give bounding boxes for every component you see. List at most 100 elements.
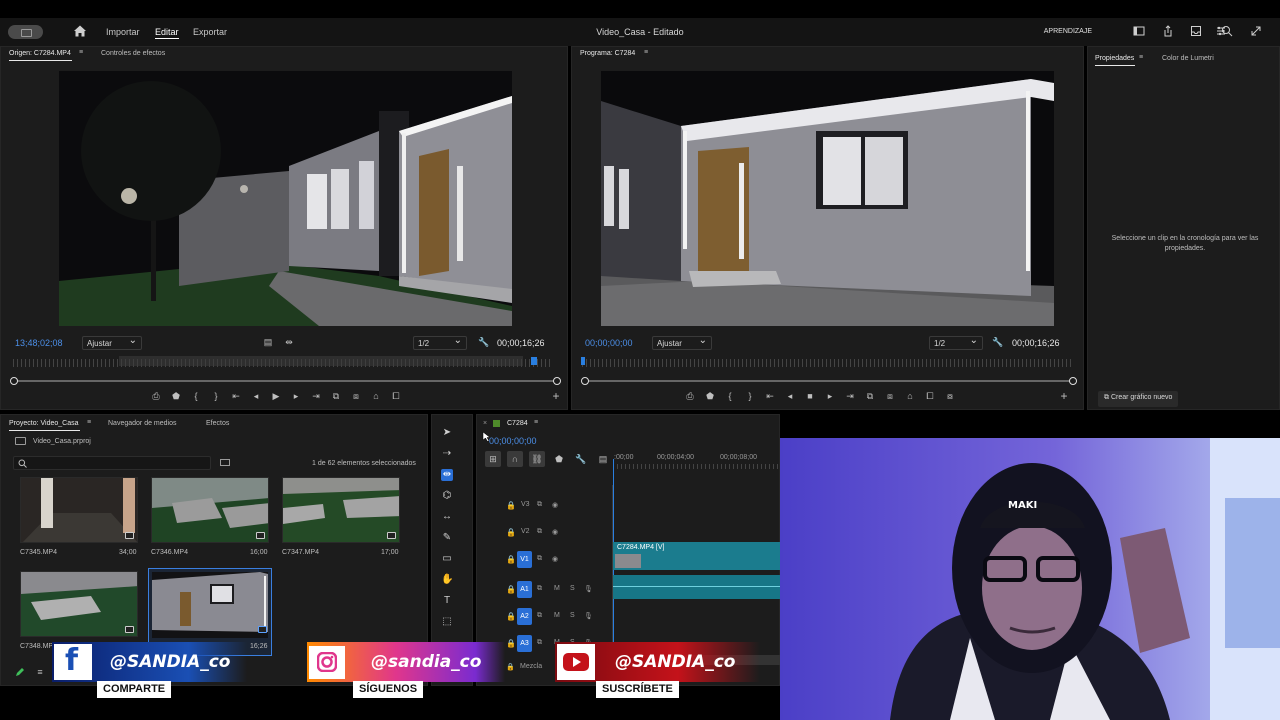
scroll-handle-right[interactable] (553, 377, 561, 385)
mark-in-icon[interactable]: { (725, 391, 735, 401)
tab-sequence[interactable]: C7284 (507, 420, 528, 427)
export-frame-icon[interactable]: ⎙ (151, 391, 161, 401)
rectangle-tool-icon[interactable]: ▭ (441, 553, 453, 565)
scroll-handle-left[interactable] (10, 377, 18, 385)
clip-thumbnail[interactable] (20, 571, 138, 637)
insert-nest-icon[interactable]: ⊞ (485, 451, 501, 467)
tab-effects[interactable]: Efectos (206, 420, 229, 427)
video-clip-v1[interactable]: C7284.MP4 [V] (613, 542, 781, 570)
camera-icon[interactable]: ⌂ (371, 391, 381, 401)
stop-icon[interactable]: ■ (805, 391, 815, 401)
tab-program[interactable]: Programa: C7284 (580, 50, 635, 57)
panel-menu-icon[interactable]: ≡ (79, 49, 83, 56)
eye-icon[interactable]: ◉ (552, 555, 558, 563)
hand-tool-icon[interactable]: ✋ (441, 574, 453, 586)
solo-button[interactable]: S (570, 612, 575, 619)
camera-icon[interactable]: ⌂ (905, 391, 915, 401)
source-playhead[interactable] (531, 357, 537, 365)
source-resolution-select[interactable]: 1/2 (413, 335, 467, 350)
source-fit-select[interactable]: Ajustar (82, 335, 142, 350)
solo-button[interactable]: S (570, 585, 575, 592)
type-tool-icon[interactable]: T (441, 595, 453, 607)
add-button-icon[interactable]: + (551, 390, 561, 402)
track-target-button[interactable]: V3 (521, 501, 530, 508)
extract-icon[interactable]: ⧈ (885, 391, 895, 401)
mark-out-icon[interactable]: } (211, 391, 221, 401)
add-marker-icon[interactable]: ⬟ (551, 451, 567, 467)
sync-lock-icon[interactable]: ⧉ (537, 555, 542, 563)
close-icon[interactable]: × (483, 420, 487, 427)
program-playhead[interactable] (581, 357, 585, 365)
mark-in-icon[interactable]: { (191, 391, 201, 401)
caption-icon[interactable]: ▤ (263, 337, 273, 347)
sync-lock-icon[interactable]: ⧉ (537, 585, 542, 593)
track-target-button[interactable]: V1 (517, 551, 532, 568)
scroll-handle-right[interactable] (1069, 377, 1077, 385)
program-time-ruler[interactable] (582, 359, 1072, 367)
step-back-icon[interactable]: ◂ (785, 391, 795, 401)
sync-lock-icon[interactable]: ⧉ (537, 612, 542, 620)
panel-layout-icon[interactable] (1133, 25, 1145, 37)
panel-menu-icon[interactable]: ≡ (534, 419, 538, 426)
lock-icon[interactable]: 🔒 (506, 528, 516, 537)
button-editor-icon[interactable]: ⧠ (391, 391, 401, 401)
sync-lock-icon[interactable]: ⧉ (537, 639, 542, 647)
list-view-icon[interactable]: ≡ (35, 667, 45, 677)
clip-thumbnail[interactable] (20, 477, 138, 543)
mute-button[interactable]: M (554, 612, 560, 619)
eye-icon[interactable]: ◉ (552, 528, 558, 536)
generative-extend-icon[interactable]: ⬚ (441, 616, 453, 628)
lock-icon[interactable]: 🔒 (506, 555, 516, 564)
mute-button[interactable]: M (554, 585, 560, 592)
insert-clip-icon[interactable]: ⧉ (331, 391, 341, 401)
goto-out-icon[interactable]: ⇥ (311, 391, 321, 401)
source-timecode[interactable]: 13;48;02;08 (15, 338, 63, 348)
new-graphic-button[interactable]: ⧉ Crear gráfico nuevo (1098, 391, 1179, 407)
snap-icon[interactable]: ∩ (507, 451, 523, 467)
tab-media-browser[interactable]: Navegador de medios (108, 420, 177, 427)
sync-lock-icon[interactable]: ⧉ (537, 501, 542, 509)
lock-icon[interactable]: 🔒 (506, 663, 515, 671)
overwrite-clip-icon[interactable]: ⧈ (351, 391, 361, 401)
pen-tool-icon[interactable]: ✎ (441, 532, 453, 544)
slip-tool-icon[interactable]: ↔ (441, 511, 453, 523)
program-timecode[interactable]: 00;00;00;00 (585, 338, 633, 348)
fullscreen-icon[interactable] (1250, 25, 1262, 37)
program-resolution-select[interactable]: 1/2 (929, 335, 983, 350)
marker-icon[interactable]: ⬟ (171, 391, 181, 401)
add-button-icon[interactable]: + (1059, 390, 1069, 402)
track-target-button[interactable]: A3 (517, 635, 532, 652)
panel-menu-icon[interactable]: ≡ (87, 419, 91, 426)
microphone-icon[interactable]: 🎙 (584, 612, 593, 620)
lock-icon[interactable]: 🔒 (506, 585, 516, 594)
new-bin-icon[interactable] (220, 459, 230, 466)
ripple-edit-icon[interactable]: ⇹ (441, 469, 453, 481)
audio-clip-a1[interactable] (613, 575, 781, 599)
microphone-icon[interactable]: 🎙 (584, 585, 593, 593)
project-search-input[interactable] (13, 456, 211, 470)
goto-out-icon[interactable]: ⇥ (845, 391, 855, 401)
timeline-settings-icon[interactable]: 🔧 (573, 451, 589, 467)
track-select-icon[interactable]: ⇢ (441, 448, 453, 460)
wrench-icon[interactable]: 🔧 (992, 337, 1003, 347)
goto-in-icon[interactable]: ⇤ (231, 391, 241, 401)
lift-icon[interactable]: ⧉ (865, 391, 875, 401)
track-target-button[interactable]: V2 (521, 528, 530, 535)
goto-in-icon[interactable]: ⇤ (765, 391, 775, 401)
compare-icon[interactable]: ⧠ (925, 391, 935, 401)
tab-project[interactable]: Proyecto: Video_Casa (9, 420, 79, 427)
tab-source[interactable]: Origen: C7284.MP4 (9, 50, 71, 57)
learn-button[interactable]: APRENDIZAJE (1044, 28, 1092, 35)
insert-icon[interactable]: ⇹ (284, 337, 294, 347)
selection-tool-icon[interactable]: ➤ (441, 427, 453, 439)
mark-out-icon[interactable]: } (745, 391, 755, 401)
source-scrollbar[interactable] (13, 380, 558, 382)
timeline-ruler[interactable] (613, 464, 781, 469)
track-target-button[interactable]: A1 (517, 581, 532, 598)
step-back-icon[interactable]: ◂ (251, 391, 261, 401)
lock-icon[interactable]: 🔒 (506, 612, 516, 621)
clip-thumbnail[interactable] (282, 477, 400, 543)
panel-menu-icon[interactable]: ≡ (644, 49, 648, 56)
pencil-icon[interactable] (15, 667, 25, 677)
scroll-handle-left[interactable] (581, 377, 589, 385)
